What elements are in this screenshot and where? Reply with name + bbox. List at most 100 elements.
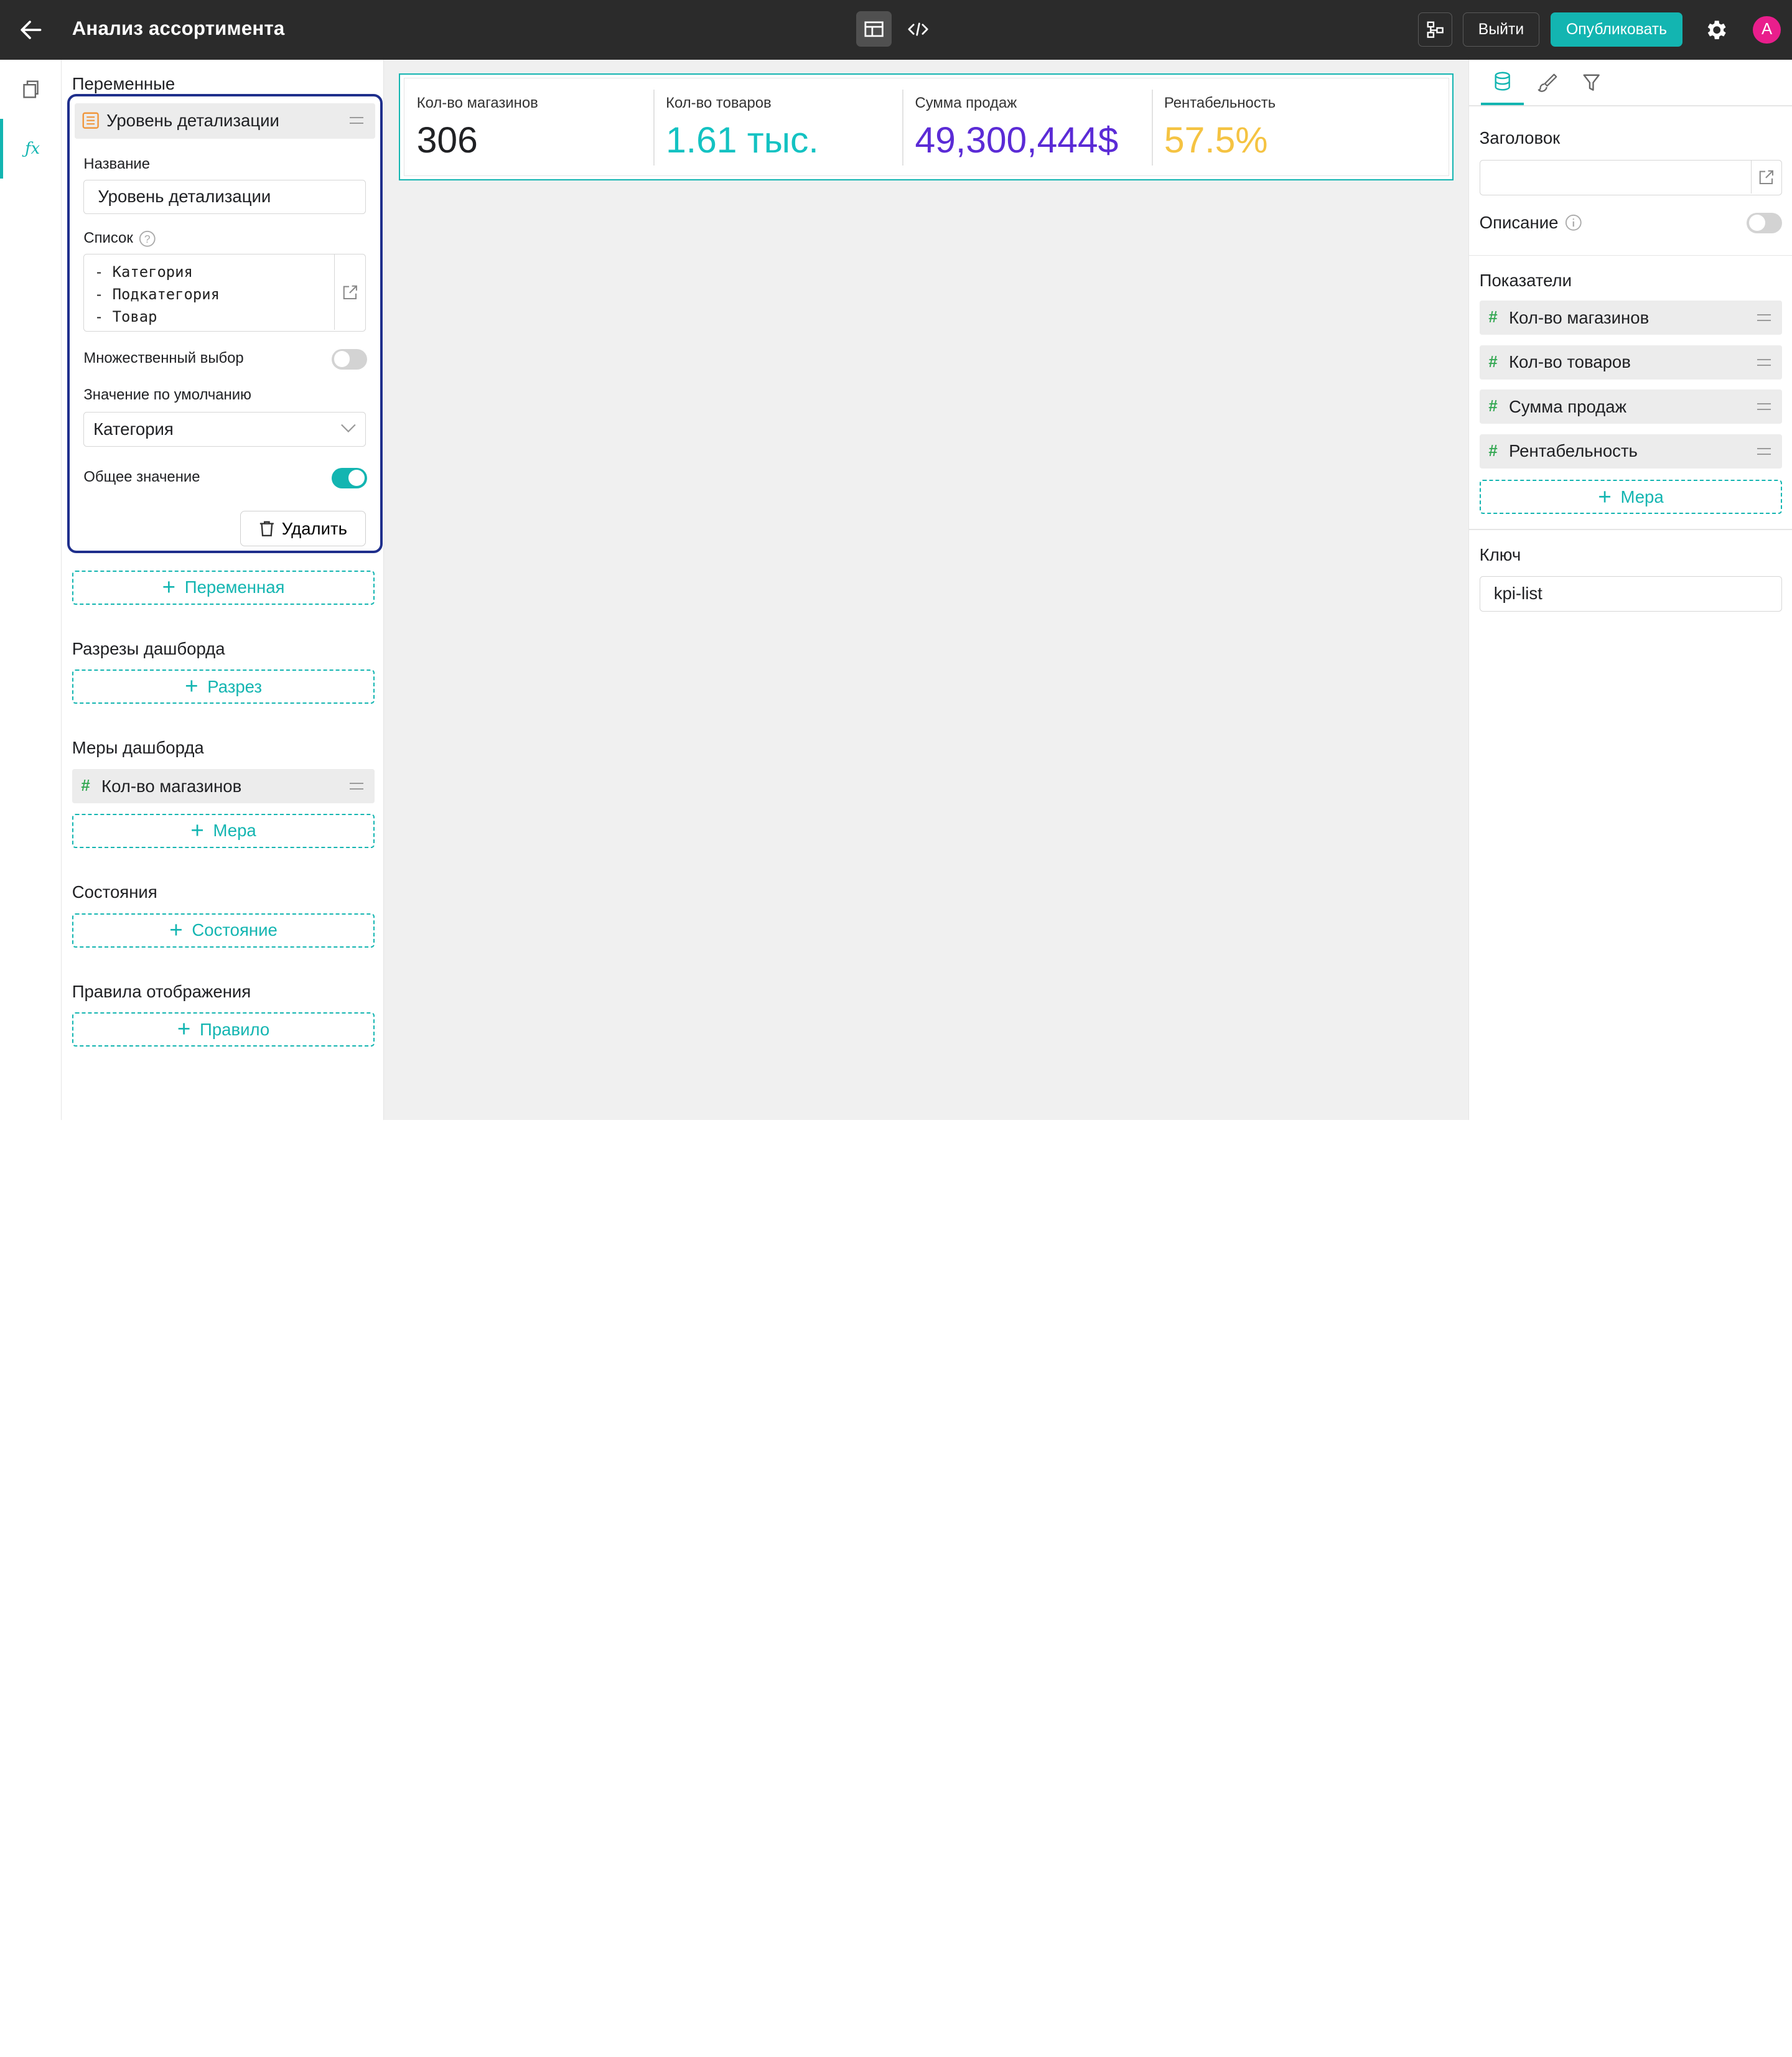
info-icon[interactable]: [1565, 214, 1582, 231]
function-icon: ƒx: [25, 139, 40, 158]
default-value: Категория: [93, 419, 174, 439]
indicator-item[interactable]: # Кол-во товаров: [1479, 345, 1783, 380]
header-input[interactable]: [1479, 160, 1783, 196]
rail-variables-button[interactable]: ƒx: [0, 119, 62, 179]
kpi-item: Кол-во товаров 1.61 тыс.: [653, 78, 902, 177]
kpi-list-widget[interactable]: Кол-во магазинов 306 Кол-во товаров 1.61…: [399, 73, 1454, 181]
kpi-label: Кол-во магазинов: [416, 94, 538, 111]
variable-card: Уровень детализации Название Уровень дет…: [67, 93, 383, 553]
states-section-title: Состояния: [72, 882, 157, 902]
number-icon: #: [1488, 309, 1498, 327]
filter-icon: [1583, 74, 1600, 91]
divider: [1469, 105, 1792, 106]
header-label: Заголовок: [1479, 128, 1561, 147]
drag-handle-icon[interactable]: [1757, 403, 1771, 411]
publish-button[interactable]: Опубликовать: [1551, 12, 1682, 47]
page-title: Анализ ассортимента: [72, 17, 285, 39]
indicators-title: Показатели: [1479, 271, 1572, 291]
external-edit-icon: [343, 285, 357, 299]
database-icon: [1495, 72, 1510, 91]
list-values[interactable]: - Категория - Подкатегория - Товар: [95, 261, 220, 328]
drag-handle-icon[interactable]: [1757, 314, 1771, 322]
plus-icon: +: [1598, 483, 1612, 510]
number-icon: #: [1488, 442, 1498, 460]
description-row: Описание: [1480, 213, 1582, 233]
drag-handle-icon[interactable]: [350, 783, 364, 790]
help-icon[interactable]: ?: [139, 230, 156, 248]
add-rule-button[interactable]: + Правило: [72, 1012, 375, 1047]
multi-select-toggle[interactable]: [331, 348, 367, 370]
tab-style[interactable]: [1525, 60, 1569, 105]
user-avatar[interactable]: A: [1753, 16, 1781, 44]
divider: [1469, 529, 1792, 531]
indicator-name: Кол-во магазинов: [1509, 307, 1650, 327]
add-state-button[interactable]: + Состояние: [72, 913, 375, 948]
drag-handle-icon[interactable]: [350, 116, 364, 124]
add-variable-button[interactable]: + Переменная: [72, 570, 375, 605]
add-indicator-label: Мера: [1620, 487, 1664, 506]
plus-icon: +: [162, 574, 176, 600]
add-measure-button[interactable]: + Мера: [72, 813, 375, 848]
plus-icon: +: [177, 1016, 191, 1042]
structure-button[interactable]: [1418, 12, 1453, 47]
right-panel: Заголовок Описание Показатели # Кол-во м…: [1468, 59, 1792, 1120]
brush-icon: [1538, 73, 1557, 92]
default-value-label: Значение по умолчанию: [83, 386, 251, 404]
description-toggle[interactable]: [1747, 212, 1783, 233]
tab-filter[interactable]: [1570, 60, 1613, 105]
drag-handle-icon[interactable]: [1757, 447, 1771, 455]
back-arrow-icon[interactable]: [16, 16, 46, 44]
kpi-value: 306: [416, 120, 478, 161]
toggle-knob: [348, 470, 365, 486]
variables-section-title: Переменные: [72, 74, 175, 94]
indicator-name: Кол-во товаров: [1509, 352, 1631, 372]
indicator-item[interactable]: # Рентабельность: [1479, 434, 1783, 469]
code-icon: [908, 22, 928, 36]
left-panel: Переменные Уровень детализации Название …: [62, 59, 385, 1120]
variable-name-input[interactable]: Уровень детализации: [83, 179, 366, 214]
add-variable-label: Переменная: [184, 577, 285, 597]
indicator-name: Сумма продаж: [1509, 396, 1626, 416]
trash-icon: [259, 521, 274, 536]
indicator-item[interactable]: # Кол-во магазинов: [1479, 301, 1783, 335]
delete-variable-button[interactable]: Удалить: [240, 511, 366, 547]
layout-view-button[interactable]: [856, 11, 892, 47]
multi-select-label: Множественный выбор: [83, 350, 244, 367]
number-icon: #: [1488, 353, 1498, 371]
rail-pages-button[interactable]: [0, 60, 62, 119]
open-editor-button[interactable]: [334, 254, 365, 330]
number-icon: #: [1488, 398, 1498, 416]
add-indicator-button[interactable]: + Мера: [1479, 480, 1783, 515]
kpi-list: Кол-во магазинов 306 Кол-во товаров 1.61…: [403, 78, 1449, 177]
tab-data[interactable]: [1480, 60, 1524, 105]
left-rail: ƒx: [0, 59, 62, 1120]
exit-button[interactable]: Выйти: [1462, 12, 1540, 47]
list-label: Список: [83, 230, 133, 247]
add-slice-button[interactable]: + Разрез: [72, 669, 375, 704]
delete-label: Удалить: [281, 518, 347, 538]
rules-section-title: Правила отображения: [72, 981, 251, 1001]
kpi-label: Сумма продаж: [915, 94, 1017, 111]
code-view-button[interactable]: [900, 11, 936, 47]
measure-name: Кол-во магазинов: [101, 776, 242, 796]
gear-icon[interactable]: [1704, 17, 1729, 42]
add-measure-label: Мера: [213, 821, 256, 841]
dashboard-canvas: Кол-во магазинов 306 Кол-во товаров 1.61…: [384, 59, 1469, 1120]
default-value-select[interactable]: Категория: [83, 411, 366, 447]
list-values-editor[interactable]: - Категория - Подкатегория - Товар: [83, 254, 366, 332]
chevron-down-icon: [340, 424, 356, 433]
key-label: Ключ: [1479, 545, 1521, 565]
measure-item[interactable]: # Кол-во магазинов: [72, 769, 375, 804]
indicator-name: Рентабельность: [1509, 441, 1638, 461]
open-editor-button[interactable]: [1750, 161, 1782, 194]
kpi-value: 49,300,444$: [915, 120, 1119, 161]
layout-icon: [864, 21, 884, 37]
indicator-item[interactable]: # Сумма продаж: [1479, 389, 1783, 424]
variable-header[interactable]: Уровень детализации: [74, 103, 375, 139]
divider: [1469, 254, 1792, 256]
key-input[interactable]: kpi-list: [1479, 576, 1783, 612]
shared-value-toggle[interactable]: [331, 467, 367, 488]
hierarchy-icon: [1427, 21, 1444, 38]
top-bar: Анализ ассортимента Выйти Опубликовать A: [0, 0, 1792, 60]
drag-handle-icon[interactable]: [1757, 358, 1771, 366]
